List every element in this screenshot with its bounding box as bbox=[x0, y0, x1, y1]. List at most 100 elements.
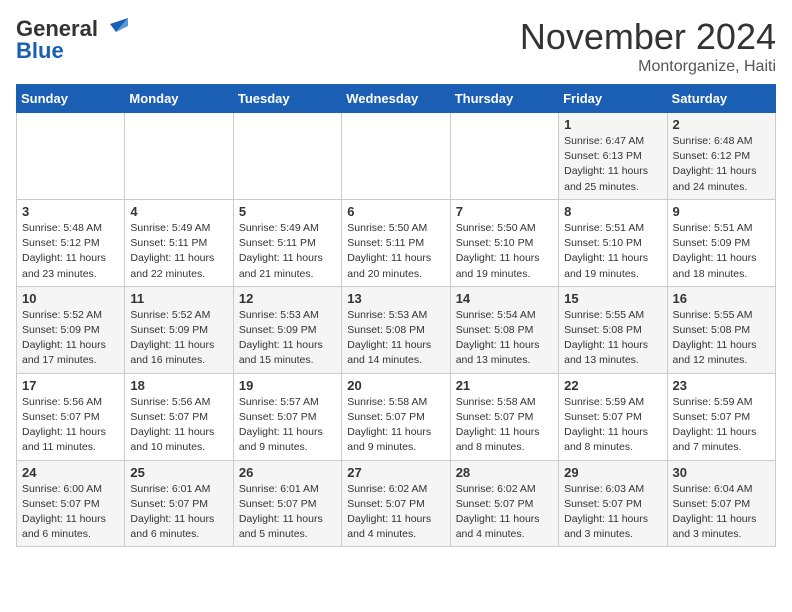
day-number: 14 bbox=[456, 291, 553, 306]
calendar-cell: 6 Sunrise: 5:50 AM Sunset: 5:11 PM Daylig… bbox=[342, 199, 450, 286]
day-info: Sunrise: 5:51 AM Sunset: 5:10 PM Dayligh… bbox=[564, 221, 661, 282]
calendar-cell: 18 Sunrise: 5:56 AM Sunset: 5:07 PM Dayli… bbox=[125, 373, 233, 460]
weekday-header-saturday: Saturday bbox=[667, 85, 775, 113]
day-number: 29 bbox=[564, 465, 661, 480]
calendar-cell: 30 Sunrise: 6:04 AM Sunset: 5:07 PM Dayli… bbox=[667, 460, 775, 547]
day-number: 25 bbox=[130, 465, 227, 480]
day-number: 21 bbox=[456, 378, 553, 393]
day-number: 30 bbox=[673, 465, 770, 480]
weekday-header-monday: Monday bbox=[125, 85, 233, 113]
day-number: 8 bbox=[564, 204, 661, 219]
logo-bird-icon bbox=[100, 18, 128, 40]
day-number: 5 bbox=[239, 204, 336, 219]
weekday-header-tuesday: Tuesday bbox=[233, 85, 341, 113]
calendar-cell: 13Sunrise: 5:53 AM Sunset: 5:08 PM Dayli… bbox=[342, 286, 450, 373]
calendar-week-1: 1 Sunrise: 6:47 AM Sunset: 6:13 PM Daylig… bbox=[17, 113, 776, 200]
day-number: 22 bbox=[564, 378, 661, 393]
day-info: Sunrise: 6:02 AM Sunset: 5:07 PM Dayligh… bbox=[456, 482, 553, 543]
calendar-cell: 7 Sunrise: 5:50 AM Sunset: 5:10 PM Daylig… bbox=[450, 199, 558, 286]
calendar-cell bbox=[17, 113, 125, 200]
calendar-table: SundayMondayTuesdayWednesdayThursdayFrid… bbox=[16, 84, 776, 547]
calendar-cell bbox=[450, 113, 558, 200]
day-number: 23 bbox=[673, 378, 770, 393]
day-number: 10 bbox=[22, 291, 119, 306]
title-block: November 2024 Montorganize, Haiti bbox=[520, 16, 776, 76]
month-title: November 2024 bbox=[520, 16, 776, 58]
weekday-header-friday: Friday bbox=[559, 85, 667, 113]
weekday-header-sunday: Sunday bbox=[17, 85, 125, 113]
calendar-cell: 24 Sunrise: 6:00 AM Sunset: 5:07 PM Dayli… bbox=[17, 460, 125, 547]
logo-text-blue: Blue bbox=[16, 38, 64, 64]
calendar-cell bbox=[342, 113, 450, 200]
calendar-cell: 29 Sunrise: 6:03 AM Sunset: 5:07 PM Dayli… bbox=[559, 460, 667, 547]
calendar-cell: 11 Sunrise: 5:52 AM Sunset: 5:09 PM Dayli… bbox=[125, 286, 233, 373]
day-number: 13 bbox=[347, 291, 444, 306]
page-header: General Blue November 2024 Montorganize,… bbox=[16, 16, 776, 76]
calendar-cell: 27 Sunrise: 6:02 AM Sunset: 5:07 PM Dayli… bbox=[342, 460, 450, 547]
day-number: 9 bbox=[673, 204, 770, 219]
day-info: Sunrise: 5:50 AM Sunset: 5:11 PM Dayligh… bbox=[347, 221, 444, 282]
day-info: Sunrise: 6:02 AM Sunset: 5:07 PM Dayligh… bbox=[347, 482, 444, 543]
day-info: Sunrise: 5:56 AM Sunset: 5:07 PM Dayligh… bbox=[22, 395, 119, 456]
calendar-cell: 9 Sunrise: 5:51 AM Sunset: 5:09 PM Daylig… bbox=[667, 199, 775, 286]
calendar-cell: 16 Sunrise: 5:55 AM Sunset: 5:08 PM Dayli… bbox=[667, 286, 775, 373]
calendar-cell: 20Sunrise: 5:58 AM Sunset: 5:07 PM Dayli… bbox=[342, 373, 450, 460]
day-info: Sunrise: 5:59 AM Sunset: 5:07 PM Dayligh… bbox=[673, 395, 770, 456]
logo: General Blue bbox=[16, 16, 128, 64]
calendar-cell: 23 Sunrise: 5:59 AM Sunset: 5:07 PM Dayli… bbox=[667, 373, 775, 460]
day-info: Sunrise: 5:58 AM Sunset: 5:07 PM Dayligh… bbox=[456, 395, 553, 456]
day-number: 11 bbox=[130, 291, 227, 306]
calendar-week-3: 10 Sunrise: 5:52 AM Sunset: 5:09 PM Dayli… bbox=[17, 286, 776, 373]
calendar-cell: 4Sunrise: 5:49 AM Sunset: 5:11 PM Daylig… bbox=[125, 199, 233, 286]
calendar-cell: 3 Sunrise: 5:48 AM Sunset: 5:12 PM Daylig… bbox=[17, 199, 125, 286]
day-info: Sunrise: 5:59 AM Sunset: 5:07 PM Dayligh… bbox=[564, 395, 661, 456]
day-info: Sunrise: 5:55 AM Sunset: 5:08 PM Dayligh… bbox=[564, 308, 661, 369]
calendar-cell: 12Sunrise: 5:53 AM Sunset: 5:09 PM Dayli… bbox=[233, 286, 341, 373]
day-number: 2 bbox=[673, 117, 770, 132]
day-number: 3 bbox=[22, 204, 119, 219]
day-number: 15 bbox=[564, 291, 661, 306]
day-number: 17 bbox=[22, 378, 119, 393]
day-number: 27 bbox=[347, 465, 444, 480]
day-info: Sunrise: 5:56 AM Sunset: 5:07 PM Dayligh… bbox=[130, 395, 227, 456]
calendar-week-5: 24 Sunrise: 6:00 AM Sunset: 5:07 PM Dayli… bbox=[17, 460, 776, 547]
day-number: 1 bbox=[564, 117, 661, 132]
calendar-cell: 21 Sunrise: 5:58 AM Sunset: 5:07 PM Dayli… bbox=[450, 373, 558, 460]
day-info: Sunrise: 6:00 AM Sunset: 5:07 PM Dayligh… bbox=[22, 482, 119, 543]
day-number: 16 bbox=[673, 291, 770, 306]
day-info: Sunrise: 5:57 AM Sunset: 5:07 PM Dayligh… bbox=[239, 395, 336, 456]
day-info: Sunrise: 6:04 AM Sunset: 5:07 PM Dayligh… bbox=[673, 482, 770, 543]
calendar-cell: 22 Sunrise: 5:59 AM Sunset: 5:07 PM Dayli… bbox=[559, 373, 667, 460]
calendar-cell: 25 Sunrise: 6:01 AM Sunset: 5:07 PM Dayli… bbox=[125, 460, 233, 547]
day-number: 7 bbox=[456, 204, 553, 219]
day-number: 28 bbox=[456, 465, 553, 480]
day-info: Sunrise: 5:53 AM Sunset: 5:09 PM Dayligh… bbox=[239, 308, 336, 369]
calendar-cell: 8 Sunrise: 5:51 AM Sunset: 5:10 PM Daylig… bbox=[559, 199, 667, 286]
calendar-cell: 19Sunrise: 5:57 AM Sunset: 5:07 PM Dayli… bbox=[233, 373, 341, 460]
day-info: Sunrise: 6:47 AM Sunset: 6:13 PM Dayligh… bbox=[564, 134, 661, 195]
day-number: 26 bbox=[239, 465, 336, 480]
day-number: 4 bbox=[130, 204, 227, 219]
calendar-week-2: 3 Sunrise: 5:48 AM Sunset: 5:12 PM Daylig… bbox=[17, 199, 776, 286]
day-info: Sunrise: 5:54 AM Sunset: 5:08 PM Dayligh… bbox=[456, 308, 553, 369]
calendar-week-4: 17 Sunrise: 5:56 AM Sunset: 5:07 PM Dayli… bbox=[17, 373, 776, 460]
calendar-cell: 10Sunrise: 5:52 AM Sunset: 5:09 PM Dayli… bbox=[17, 286, 125, 373]
day-info: Sunrise: 5:52 AM Sunset: 5:09 PM Dayligh… bbox=[130, 308, 227, 369]
calendar-cell: 26Sunrise: 6:01 AM Sunset: 5:07 PM Dayli… bbox=[233, 460, 341, 547]
day-info: Sunrise: 5:51 AM Sunset: 5:09 PM Dayligh… bbox=[673, 221, 770, 282]
location-subtitle: Montorganize, Haiti bbox=[520, 58, 776, 76]
day-info: Sunrise: 5:49 AM Sunset: 5:11 PM Dayligh… bbox=[239, 221, 336, 282]
calendar-header: SundayMondayTuesdayWednesdayThursdayFrid… bbox=[17, 85, 776, 113]
day-number: 24 bbox=[22, 465, 119, 480]
day-info: Sunrise: 6:03 AM Sunset: 5:07 PM Dayligh… bbox=[564, 482, 661, 543]
day-info: Sunrise: 5:58 AM Sunset: 5:07 PM Dayligh… bbox=[347, 395, 444, 456]
calendar-cell: 2 Sunrise: 6:48 AM Sunset: 6:12 PM Daylig… bbox=[667, 113, 775, 200]
day-info: Sunrise: 6:01 AM Sunset: 5:07 PM Dayligh… bbox=[130, 482, 227, 543]
day-number: 6 bbox=[347, 204, 444, 219]
day-number: 18 bbox=[130, 378, 227, 393]
day-info: Sunrise: 6:48 AM Sunset: 6:12 PM Dayligh… bbox=[673, 134, 770, 195]
calendar-cell bbox=[233, 113, 341, 200]
day-info: Sunrise: 5:55 AM Sunset: 5:08 PM Dayligh… bbox=[673, 308, 770, 369]
day-info: Sunrise: 5:48 AM Sunset: 5:12 PM Dayligh… bbox=[22, 221, 119, 282]
day-info: Sunrise: 5:50 AM Sunset: 5:10 PM Dayligh… bbox=[456, 221, 553, 282]
